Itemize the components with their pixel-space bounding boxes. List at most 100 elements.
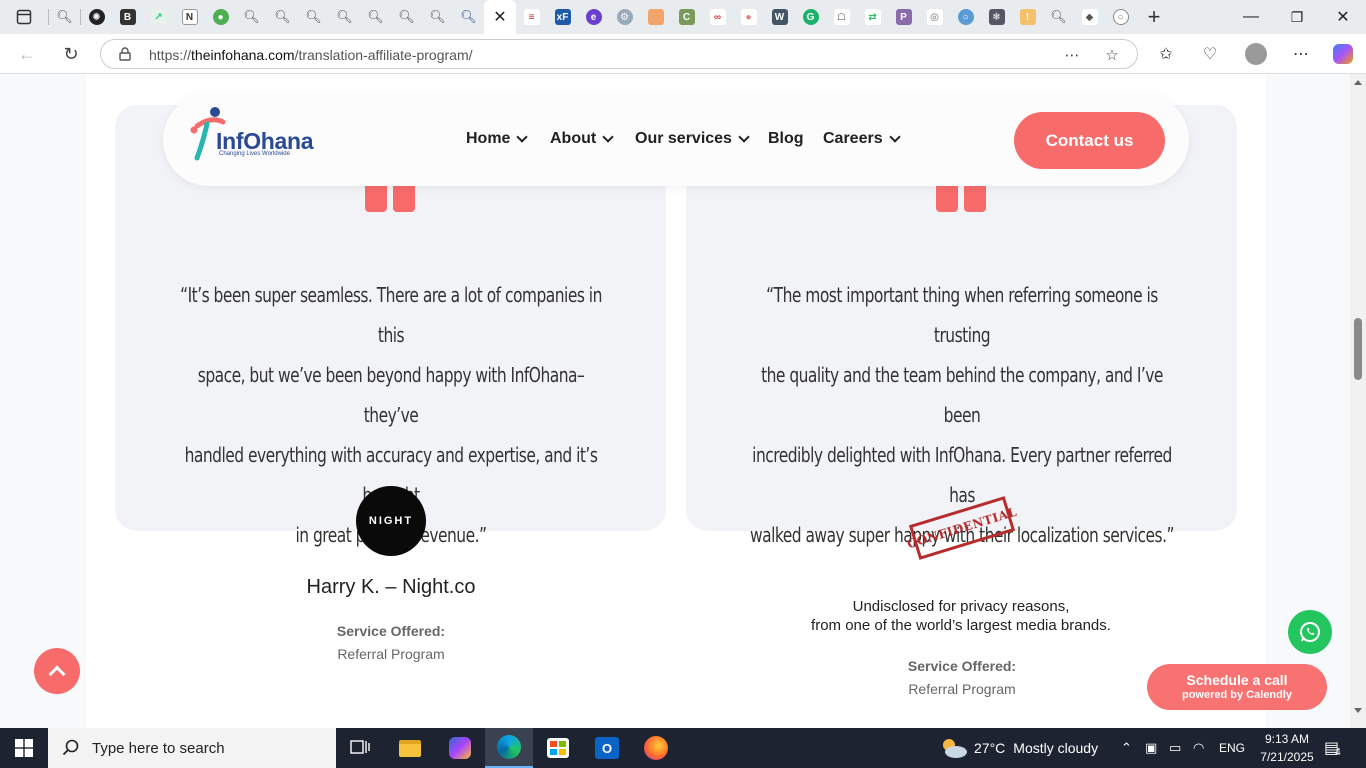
tab-app-5[interactable] (640, 0, 671, 34)
tab-app-19[interactable]: ○ (1105, 0, 1136, 34)
tab-openai[interactable]: ✺ (81, 0, 112, 34)
tab-b[interactable]: B (112, 0, 143, 34)
tab-app-12[interactable]: ⇄ (857, 0, 888, 34)
rings-icon: ∞ (709, 9, 726, 25)
maximize-button[interactable]: ❐ (1274, 0, 1320, 34)
tab-search[interactable]: 🔍︎ (453, 0, 484, 34)
taskbar-file-explorer[interactable] (386, 728, 434, 768)
taskbar-search[interactable]: Type here to search (48, 728, 336, 768)
search-icon: 🔍︎ (305, 9, 322, 24)
refresh-icon: ↻ (63, 43, 79, 64)
tab-search[interactable]: 🔍︎ (360, 0, 391, 34)
weather-widget[interactable]: 27°C Mostly cloudy (940, 728, 1098, 768)
wifi-icon[interactable]: ◠ (1193, 728, 1204, 768)
scrollbar-thumb[interactable] (1354, 318, 1362, 380)
start-button[interactable] (0, 728, 48, 768)
night-logo: NIGHT (356, 486, 426, 556)
search-icon: 🔍︎ (460, 9, 477, 24)
meet-icon[interactable]: ▣ (1145, 728, 1157, 768)
tab-app-18[interactable]: ◆ (1074, 0, 1105, 34)
taskbar-clock[interactable]: 9:13 AM 7/21/2025 (1256, 730, 1318, 766)
address-bar[interactable]: https://theinfohana.com/translation-affi… (100, 39, 1138, 69)
whatsapp-button[interactable] (1288, 610, 1332, 654)
service-offered-value-1: Referral Program (337, 646, 445, 662)
nav-careers[interactable]: Careers (823, 130, 901, 148)
tab-app-9[interactable]: W (764, 0, 795, 34)
nav-about[interactable]: About (550, 130, 614, 148)
tab-app-4[interactable]: ⚙ (609, 0, 640, 34)
tab-app-15[interactable]: ○ (950, 0, 981, 34)
tab-app-1[interactable]: ≡ (516, 0, 547, 34)
tab-search[interactable]: 🔍︎ (49, 0, 80, 34)
back-button[interactable]: ← (14, 42, 40, 66)
copilot-icon (449, 737, 471, 759)
language-indicator[interactable]: ENG (1219, 728, 1245, 768)
tab-app-6[interactable]: C (671, 0, 702, 34)
nav-home-label: Home (466, 130, 511, 147)
task-view-button[interactable] (336, 728, 384, 768)
weather-temp: 27°C (974, 740, 1006, 756)
tab-chart[interactable]: ↗ (143, 0, 174, 34)
new-tab-button[interactable]: + (1136, 0, 1172, 34)
nav-our-services[interactable]: Our services (635, 130, 750, 148)
schedule-call-button[interactable]: Schedule a call powered by Calendly (1147, 664, 1327, 710)
favorites-icon[interactable]: ✩ (1154, 42, 1178, 66)
tab-search[interactable]: 🔍︎ (1043, 0, 1074, 34)
more-options-icon[interactable]: ⋯ (1289, 42, 1313, 66)
site-logo[interactable]: InfOhana Changing Lives Worldwide (189, 106, 319, 166)
reader-options-icon[interactable]: ⋯ (1062, 45, 1082, 65)
gear-icon: ⚙ (616, 9, 633, 25)
scroll-to-top-button[interactable] (34, 648, 80, 694)
tab-search[interactable]: 🔍︎ (267, 0, 298, 34)
tab-map[interactable]: ● (205, 0, 236, 34)
tab-app-17[interactable]: ! (1012, 0, 1043, 34)
profile-avatar[interactable] (1244, 42, 1268, 66)
lock-icon (119, 47, 131, 61)
close-icon[interactable]: ✕ (493, 7, 506, 27)
battery-icon[interactable]: ▭ (1169, 728, 1181, 768)
arrows-icon: ⇄ (864, 9, 881, 25)
scroll-up-arrow-icon[interactable] (1354, 80, 1362, 85)
search-icon: 🔍︎ (243, 9, 260, 24)
taskbar-outlook[interactable]: O (583, 728, 631, 768)
tab-app-14[interactable]: ◎ (919, 0, 950, 34)
notification-center[interactable]: ▤ 4 (1324, 728, 1341, 768)
tab-app-3[interactable]: e (578, 0, 609, 34)
scroll-down-arrow-icon[interactable] (1354, 708, 1362, 713)
nav-blog[interactable]: Blog (768, 130, 804, 148)
tab-search[interactable]: 🔍︎ (391, 0, 422, 34)
close-window-button[interactable]: ✕ (1320, 0, 1366, 34)
refresh-button[interactable]: ↻ (58, 42, 84, 66)
tab-app-8[interactable]: ● (733, 0, 764, 34)
taskbar-store[interactable] (534, 728, 582, 768)
tab-app-13[interactable]: P (888, 0, 919, 34)
taskbar-edge[interactable] (485, 728, 533, 768)
tab-search[interactable]: 🔍︎ (298, 0, 329, 34)
tab-current[interactable]: ✕ (484, 0, 516, 34)
tab-app-16[interactable]: ❄ (981, 0, 1012, 34)
c-icon: C (678, 9, 695, 25)
tab-search[interactable]: 🔍︎ (236, 0, 267, 34)
favorite-star-icon[interactable]: ☆ (1102, 45, 1122, 65)
tab-app-11[interactable]: ☖ (826, 0, 857, 34)
minimize-button[interactable]: — (1228, 0, 1274, 34)
browser-essentials-icon[interactable]: ♡ (1198, 42, 1222, 66)
clock-time: 9:13 AM (1264, 732, 1310, 746)
tab-search[interactable]: 🔍︎ (422, 0, 453, 34)
taskbar-copilot[interactable] (436, 728, 484, 768)
copilot-icon[interactable] (1331, 42, 1355, 66)
globe-icon: ○ (1112, 9, 1129, 25)
tab-app-7[interactable]: ∞ (702, 0, 733, 34)
tab-app-2[interactable]: xF (547, 0, 578, 34)
tab-search[interactable]: 🔍︎ (329, 0, 360, 34)
tab-notion[interactable]: N (174, 0, 205, 34)
taskbar-firefox[interactable] (632, 728, 680, 768)
nav-home[interactable]: Home (466, 130, 529, 148)
tab-app-10[interactable]: G (795, 0, 826, 34)
windows-logo-icon (15, 739, 33, 757)
contact-us-button[interactable]: Contact us (1014, 112, 1165, 169)
show-hidden-icons[interactable]: ⌃ (1121, 728, 1132, 768)
page-scrollbar[interactable] (1350, 74, 1366, 728)
tab-actions-icon[interactable] (0, 0, 48, 34)
calendly-title: Schedule a call (1186, 672, 1288, 688)
